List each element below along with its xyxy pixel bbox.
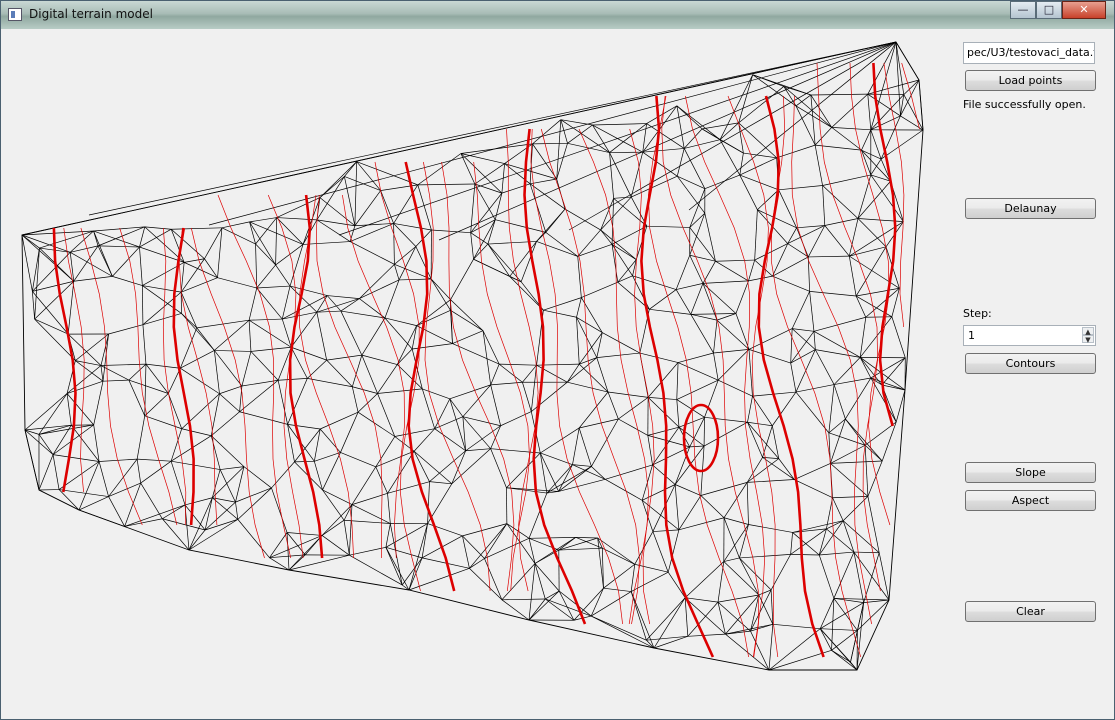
step-value: 1	[968, 329, 975, 342]
triangulation	[21, 41, 924, 671]
load-points-button[interactable]: Load points	[965, 70, 1096, 91]
clear-button[interactable]: Clear	[965, 601, 1096, 622]
aspect-button[interactable]: Aspect	[965, 490, 1096, 511]
minimize-button[interactable]: —	[1010, 1, 1036, 19]
close-button[interactable]: ✕	[1062, 1, 1106, 19]
terrain-canvas[interactable]	[9, 30, 947, 712]
file-path-field[interactable]: pec/U3/testovaci_data.txt	[963, 42, 1095, 64]
step-label: Step:	[963, 307, 992, 320]
caption-buttons: — □ ✕	[1010, 1, 1106, 21]
window-title: Digital terrain model	[29, 7, 153, 21]
terrain-drawing	[21, 41, 924, 671]
contours-button[interactable]: Contours	[965, 353, 1096, 374]
status-label: File successfully open.	[963, 98, 1086, 111]
spin-up-icon[interactable]: ▲	[1082, 327, 1094, 336]
step-spinbox[interactable]: 1 ▲ ▼	[963, 325, 1096, 346]
maximize-button[interactable]: □	[1036, 1, 1062, 19]
spin-arrows: ▲ ▼	[1082, 327, 1094, 344]
main-window: Digital terrain model — □ ✕ pec/U3/testo…	[0, 0, 1115, 720]
title-bar[interactable]: Digital terrain model — □ ✕	[1, 1, 1114, 29]
delaunay-button[interactable]: Delaunay	[965, 198, 1096, 219]
spin-down-icon[interactable]: ▼	[1082, 335, 1094, 344]
slope-button[interactable]: Slope	[965, 462, 1096, 483]
app-icon[interactable]	[8, 8, 22, 21]
